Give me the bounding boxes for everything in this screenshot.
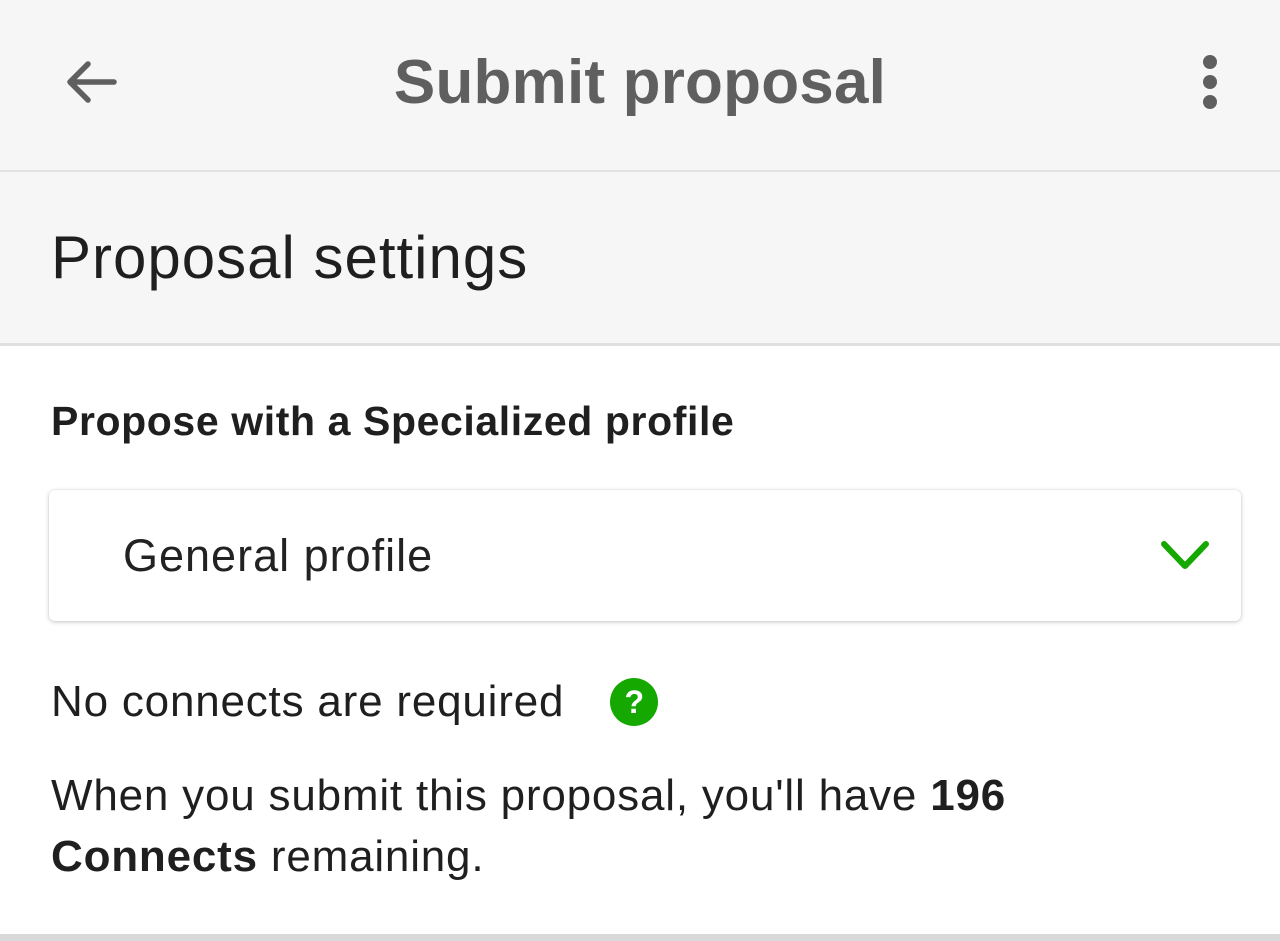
bottom-divider [0, 934, 1280, 941]
help-circle-icon[interactable]: ? [610, 678, 659, 726]
app-bar: Submit proposal [0, 0, 1280, 172]
profile-field-label: Propose with a Specialized profile [51, 398, 735, 444]
chevron-down-icon [1161, 541, 1209, 569]
connects-remaining-text: When you submit this proposal, you'll ha… [51, 765, 1201, 887]
section-header: Proposal settings [0, 172, 1280, 346]
profile-dropdown-value: General profile [123, 530, 434, 581]
page-title: Submit proposal [393, 48, 887, 117]
connects-required-row: No connects are required ? [51, 672, 659, 732]
back-button[interactable] [52, 44, 128, 120]
profile-dropdown[interactable]: General profile [49, 490, 1241, 621]
connects-required-text: No connects are required [51, 677, 565, 726]
section-title: Proposal settings [51, 224, 529, 291]
arrow-left-icon [67, 61, 117, 103]
remaining-suffix: remaining. [270, 832, 485, 881]
more-options-button[interactable] [1182, 44, 1238, 120]
more-vertical-icon [1203, 55, 1217, 109]
remaining-prefix: When you submit this proposal, you'll ha… [51, 771, 918, 820]
